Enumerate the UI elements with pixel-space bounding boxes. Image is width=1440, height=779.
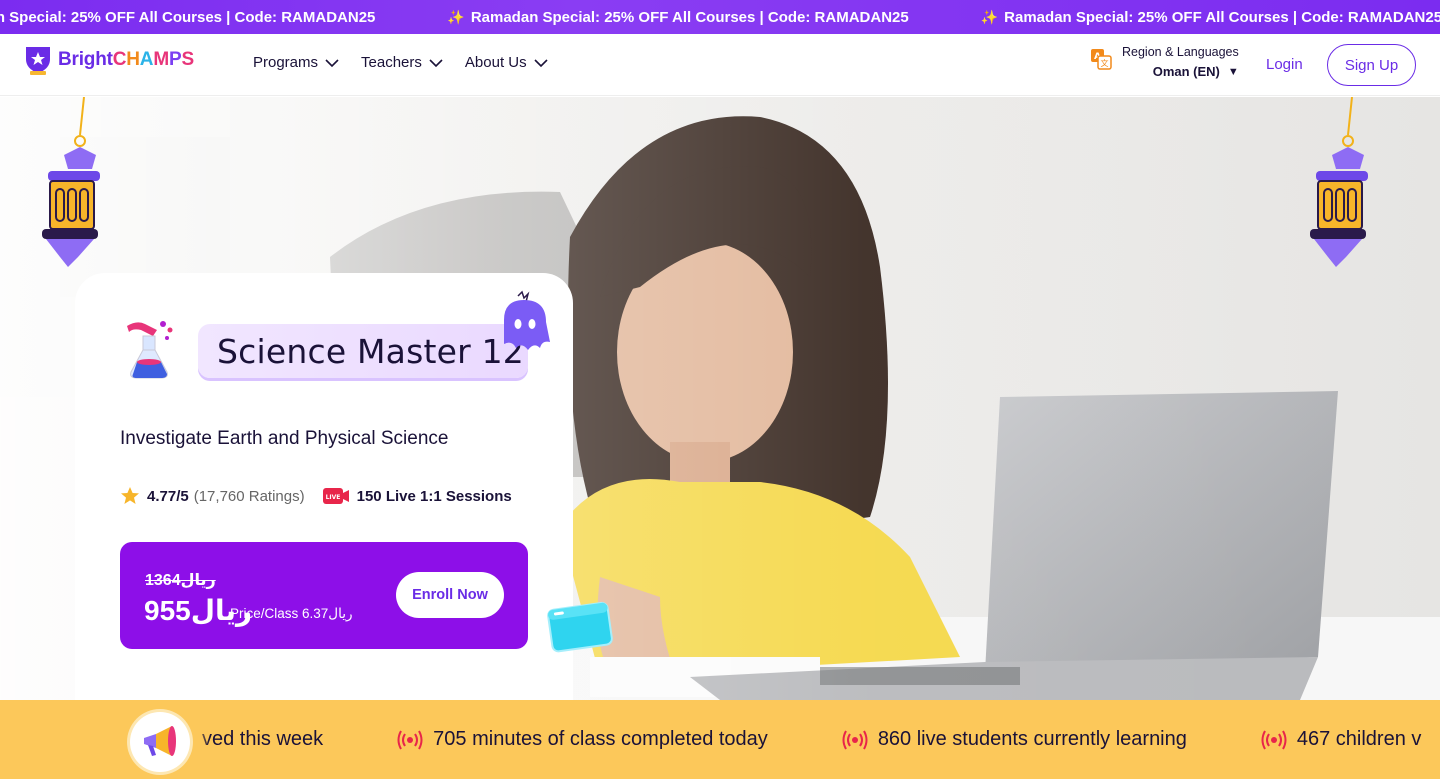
promo-item: ✨ Ramadan Special: 25% OFF All Courses |… [981, 9, 1440, 26]
stats-ticker: ved this week 705 minutes of class compl… [0, 700, 1440, 779]
region-text: Region & Languages Oman (EN) ▼ [1122, 45, 1239, 79]
rating-count: (17,760 Ratings) [193, 487, 305, 505]
svg-text:LIVE: LIVE [325, 494, 340, 501]
logo-letter: P [168, 49, 182, 70]
ticker-text: 705 minutes of class completed today [433, 728, 768, 750]
course-title-pill: Science Master 12 [198, 324, 528, 378]
caret-down-icon: ▼ [1227, 65, 1239, 78]
brightchamps-logo[interactable]: BrightCHAMPS [24, 44, 194, 76]
logo-bright: Bright [58, 49, 113, 70]
live-session-icon: LIVE [322, 488, 349, 504]
ticker-item: 860 live students currently learning [842, 728, 1261, 751]
lantern-left-icon [42, 97, 100, 267]
price-per-class: Price/Class 6.37ريال [230, 606, 353, 621]
chevron-down-icon [429, 58, 443, 67]
chevron-down-icon [325, 58, 339, 67]
live-broadcast-icon [397, 730, 423, 749]
promo-item: adan Special: 25% OFF All Courses | Code… [0, 9, 447, 26]
nav-programs[interactable]: Programs [253, 54, 339, 71]
ticker-text: 467 children v [1296, 728, 1422, 750]
live-broadcast-icon [842, 730, 868, 749]
logo-wordmark: BrightCHAMPS [58, 49, 194, 71]
region-value: Oman (EN) ▼ [1153, 64, 1239, 79]
ticker-text: 860 live students currently learning [877, 728, 1187, 750]
nav-about-label: About Us [464, 54, 527, 71]
price-original: 1364ريال [145, 572, 216, 589]
shield-star-icon [26, 47, 50, 75]
logo-letter: H [126, 49, 140, 70]
rating-value: 4.77/5 [147, 487, 189, 505]
logo-letter: M [153, 49, 169, 70]
nav-teachers-label: Teachers [361, 54, 422, 71]
price-box: 1364ريال 955ريال Price/Class 6.37ريال En… [120, 542, 528, 649]
svg-text:文: 文 [1101, 58, 1109, 68]
site-header: BrightCHAMPS Programs Teachers About Us … [0, 34, 1440, 96]
promo-banner: adan Special: 25% OFF All Courses | Code… [0, 0, 1440, 34]
ticker-track: ved this week 705 minutes of class compl… [202, 700, 1440, 779]
ticker-item: 705 minutes of class completed today [397, 728, 842, 751]
promo-track: adan Special: 25% OFF All Courses | Code… [0, 0, 1440, 34]
sessions-count: 150 Live 1:1 Sessions [356, 487, 512, 505]
ghost-mascot-icon [504, 290, 550, 350]
ticker-fade [190, 700, 210, 779]
promo-text: Ramadan Special: 25% OFF All Courses | C… [470, 8, 909, 26]
nav-teachers[interactable]: Teachers [361, 54, 443, 71]
sparkle-icon: ✨ [447, 8, 465, 25]
browser-window-sticker-icon [547, 601, 613, 653]
chevron-down-icon [534, 58, 548, 67]
ticker-item: 467 children v [1261, 728, 1440, 751]
promo-item: ✨ Ramadan Special: 25% OFF All Courses |… [447, 9, 980, 26]
nav-programs-label: Programs [253, 54, 319, 71]
sparkle-icon: ✨ [980, 8, 999, 25]
course-subtitle: Investigate Earth and Physical Science [120, 428, 449, 449]
main-nav: Programs Teachers About Us [253, 54, 548, 71]
course-title: Science Master 12 [217, 331, 524, 371]
ticker-item: ved this week [202, 728, 397, 751]
course-stats: 4.77/5 (17,760 Ratings) LIVE 150 Live 1:… [120, 486, 512, 506]
nav-about-us[interactable]: About Us [465, 54, 548, 71]
promo-text: adan Special: 25% OFF All Courses | Code… [0, 8, 376, 26]
logo-letter: A [139, 49, 154, 70]
live-broadcast-icon [1261, 730, 1287, 749]
logo-letter: S [181, 49, 194, 70]
ticker-text: ved this week [202, 728, 324, 750]
enroll-now-button[interactable]: Enroll Now [396, 572, 504, 618]
translate-icon: A 文 [1091, 49, 1112, 70]
logo-letter: C [112, 49, 127, 70]
megaphone-icon [144, 726, 176, 756]
login-link[interactable]: Login [1266, 56, 1303, 73]
star-icon [121, 487, 139, 504]
region-language-selector[interactable]: A 文 Region & Languages Oman (EN) ▼ [1090, 45, 1239, 79]
science-flask-icon [127, 321, 173, 379]
promo-text: Ramadan Special: 25% OFF All Courses | C… [1004, 8, 1440, 26]
lantern-right-icon [1310, 97, 1368, 267]
megaphone-badge [130, 712, 190, 772]
signup-button[interactable]: Sign Up [1327, 44, 1416, 86]
region-value-text: Oman (EN) [1152, 64, 1220, 79]
region-label: Region & Languages [1122, 45, 1239, 59]
